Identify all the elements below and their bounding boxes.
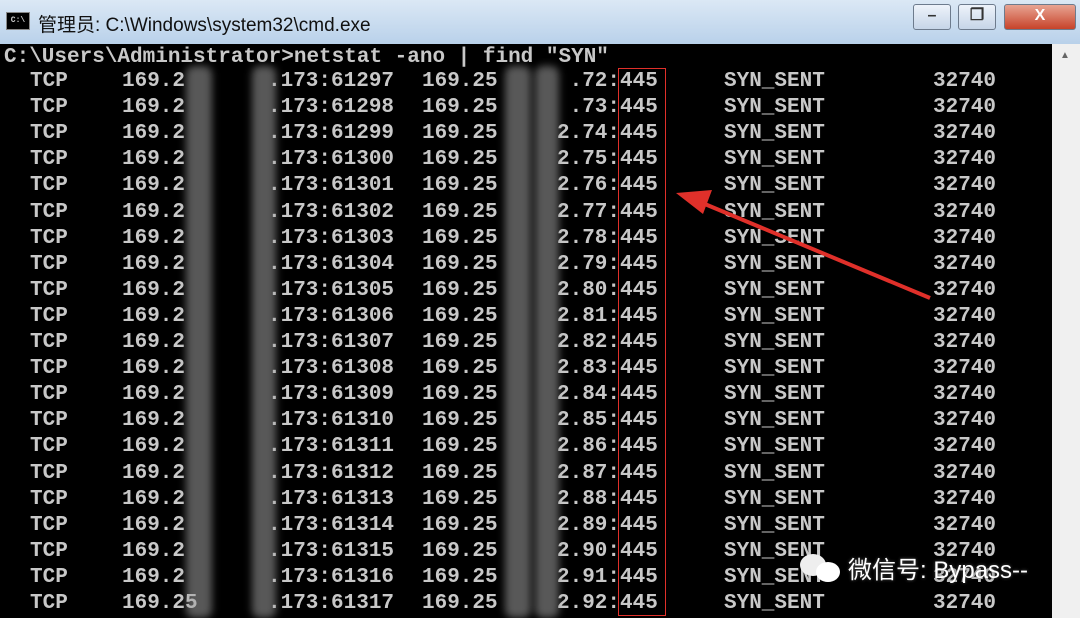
wechat-icon (800, 552, 842, 584)
scroll-up-arrow-icon[interactable]: ▲ (1060, 50, 1070, 61)
watermark: 微信号: Bypass-- (800, 550, 1028, 585)
watermark-text: 微信号: Bypass-- (848, 557, 1029, 584)
annotation-arrow (676, 190, 931, 300)
vertical-scrollbar[interactable]: ▲ (1052, 44, 1080, 618)
